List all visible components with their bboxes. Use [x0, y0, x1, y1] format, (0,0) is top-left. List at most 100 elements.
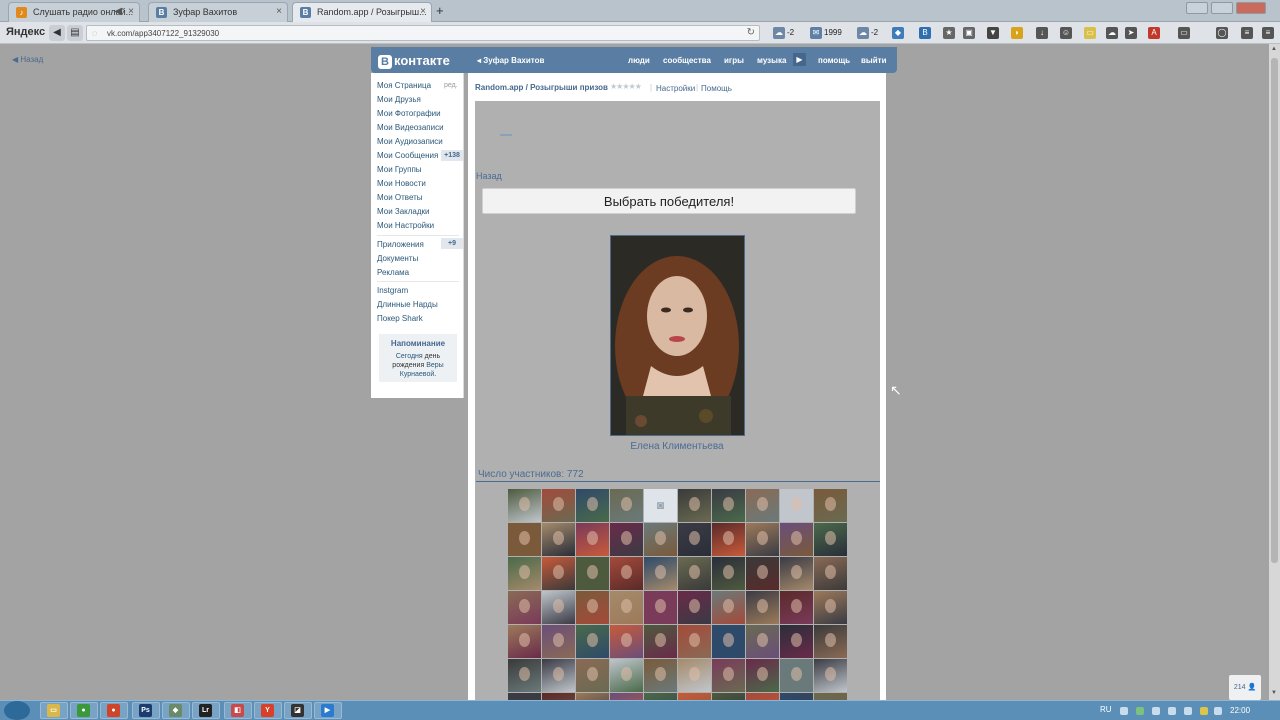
participant-avatar[interactable] — [508, 659, 541, 692]
participant-avatar[interactable] — [644, 523, 677, 556]
sidebar-item-photos[interactable]: Мои Фотографии — [377, 109, 441, 118]
weather-icon[interactable]: ☁ — [773, 27, 785, 39]
participant-avatar[interactable] — [508, 557, 541, 590]
send-icon[interactable]: ➤ — [1125, 27, 1137, 39]
sidebar-item-news[interactable]: Мои Новости — [377, 179, 426, 188]
participant-avatar[interactable] — [508, 625, 541, 658]
winner-photo[interactable] — [610, 235, 745, 436]
sidebar-item-audio[interactable]: Мои Аудиозаписи — [377, 137, 443, 146]
cloud-sync-icon[interactable]: ◆ — [892, 27, 904, 39]
cloud-icon[interactable]: ☁ — [1106, 27, 1118, 39]
participant-avatar[interactable] — [814, 659, 847, 692]
participant-avatar[interactable] — [576, 659, 609, 692]
participant-avatar[interactable] — [610, 557, 643, 590]
url-field[interactable]: ◌ vk.com/app3407122_91329030 ↻ — [86, 25, 760, 41]
sidebar-item-messages[interactable]: Мои Сообщения — [377, 151, 438, 160]
close-icon[interactable]: × — [128, 6, 134, 17]
participant-avatar[interactable] — [576, 591, 609, 624]
participant-avatar[interactable] — [508, 523, 541, 556]
menu-icon[interactable]: ≡ — [1262, 27, 1274, 39]
participant-avatar[interactable] — [678, 523, 711, 556]
participant-avatar[interactable] — [712, 489, 745, 522]
sidebar-item-groups[interactable]: Мои Группы — [377, 165, 422, 174]
network-icon[interactable] — [1184, 707, 1192, 715]
participant-avatar[interactable] — [678, 625, 711, 658]
participant-avatar[interactable] — [576, 523, 609, 556]
participant-avatar[interactable] — [610, 591, 643, 624]
participant-avatar[interactable] — [814, 489, 847, 522]
sidebar-item-backgammon[interactable]: Длинные Нарды — [377, 300, 438, 309]
reload-icon[interactable]: ↻ — [747, 27, 755, 38]
nav-help[interactable]: помощь — [818, 56, 850, 65]
sidebar-item-friends[interactable]: Мои Друзья — [377, 95, 421, 104]
participant-avatar[interactable] — [542, 557, 575, 590]
chat-icon[interactable]: ◯ — [1216, 27, 1228, 39]
tabs-icon[interactable]: ▤ — [67, 25, 83, 41]
participant-avatar[interactable] — [746, 523, 779, 556]
tab-zufar[interactable]: B Зуфар Вахитов × — [148, 2, 288, 22]
participant-avatar[interactable] — [814, 591, 847, 624]
participant-avatar[interactable] — [814, 557, 847, 590]
participant-avatar[interactable] — [576, 625, 609, 658]
download-icon[interactable]: ↓ — [1036, 27, 1048, 39]
winner-name[interactable]: Елена Климентьева — [600, 441, 754, 452]
screen-icon[interactable]: ▭ — [1178, 27, 1190, 39]
app-back-link[interactable]: Назад — [476, 171, 502, 181]
nav-games[interactable]: игры — [724, 56, 744, 65]
sidebar-item-instgram[interactable]: Instgram — [377, 286, 408, 295]
participant-avatar[interactable] — [508, 489, 541, 522]
bookmark-icon[interactable]: B — [919, 27, 931, 39]
vk-user-link[interactable]: ◂ Зуфар Вахитов — [477, 56, 544, 65]
menu-icon[interactable]: ≡ — [1241, 27, 1253, 39]
minimize-button[interactable] — [1186, 2, 1208, 14]
participant-avatar[interactable] — [644, 591, 677, 624]
participant-avatar[interactable] — [576, 557, 609, 590]
extension-icon[interactable]: ◗ — [1011, 27, 1023, 39]
participant-avatar[interactable] — [542, 523, 575, 556]
tray-up-icon[interactable] — [1120, 707, 1128, 715]
close-icon[interactable]: × — [420, 6, 426, 17]
participant-avatar[interactable] — [678, 591, 711, 624]
tray-app-icon[interactable] — [1136, 707, 1144, 715]
messages-count-badge[interactable]: +138 — [441, 150, 463, 161]
participant-avatar[interactable] — [712, 625, 745, 658]
participant-avatar[interactable] — [712, 557, 745, 590]
participant-avatar[interactable] — [678, 489, 711, 522]
participant-avatar[interactable] — [576, 489, 609, 522]
clock[interactable]: 22:00 — [1230, 706, 1250, 715]
participant-avatar[interactable] — [712, 523, 745, 556]
sidebar-item-answers[interactable]: Мои Ответы — [377, 193, 423, 202]
adblock-icon[interactable]: A — [1148, 27, 1160, 39]
clipboard-icon[interactable]: ▣ — [963, 27, 975, 39]
smile-icon[interactable]: ☺ — [1060, 27, 1072, 39]
participant-avatar[interactable] — [678, 659, 711, 692]
pocket-icon[interactable]: ▼ — [987, 27, 999, 39]
folder-icon[interactable]: ▭ — [1084, 27, 1096, 39]
tab-random-app[interactable]: B Random.app / Розыгрыш... × — [292, 2, 432, 22]
participant-avatar[interactable] — [746, 591, 779, 624]
participant-avatar[interactable] — [814, 625, 847, 658]
maximize-button[interactable] — [1211, 2, 1233, 14]
participant-avatar[interactable] — [644, 557, 677, 590]
participant-avatar[interactable] — [746, 659, 779, 692]
participant-avatar[interactable] — [678, 557, 711, 590]
app-settings-link[interactable]: Настройки — [656, 84, 695, 93]
app-breadcrumb[interactable]: Random.app / Розыгрыши призов — [475, 83, 608, 92]
sidebar-item-videos[interactable]: Мои Видеозаписи — [377, 123, 444, 132]
sidebar-item-ads[interactable]: Реклама — [377, 268, 409, 277]
participant-avatar[interactable] — [780, 659, 813, 692]
participant-avatar[interactable] — [508, 591, 541, 624]
participant-avatar[interactable]: ◙ — [644, 489, 677, 522]
apps-count-badge[interactable]: +9 — [441, 238, 463, 249]
tray-app-icon[interactable] — [1168, 707, 1176, 715]
nav-people[interactable]: люди — [628, 56, 650, 65]
sidebar-item-apps[interactable]: Приложения — [377, 240, 424, 249]
weather-icon[interactable]: ☁ — [857, 27, 869, 39]
participant-avatar[interactable] — [780, 591, 813, 624]
participant-avatar[interactable] — [814, 523, 847, 556]
page-scrollbar[interactable]: ▲ ▼ — [1269, 44, 1280, 700]
participant-avatar[interactable] — [712, 591, 745, 624]
language-indicator[interactable]: RU — [1100, 705, 1112, 714]
participant-avatar[interactable] — [746, 557, 779, 590]
vk-logo[interactable]: Вконтакте — [378, 53, 450, 69]
